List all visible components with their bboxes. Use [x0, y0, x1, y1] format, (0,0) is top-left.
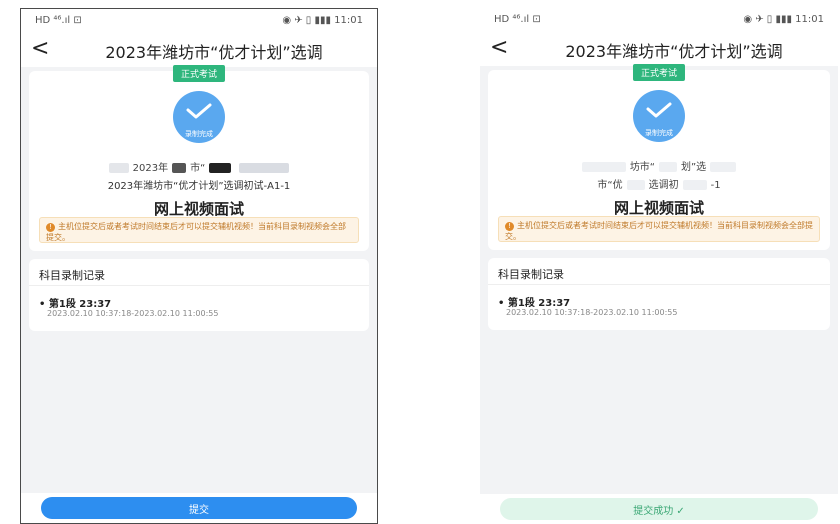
- phone-screen-after-submit: HD ⁴⁶.ıl ⊡ ◉ ✈ ▯ ▮▮▮ 11:01 < 2023年潍坊市“优才…: [480, 8, 838, 524]
- divider: [29, 285, 369, 286]
- notice-banner: ! 主机位提交后或者考试时间结束后才可以提交辅机视频！当前科目录制视频会全部提交。: [498, 216, 820, 242]
- exam-name-fragment: 市“: [190, 163, 206, 174]
- exam-name-fragment: 选调初: [648, 180, 679, 191]
- exam-name-fragment: 坊市“: [629, 162, 655, 173]
- page-title: 2023年潍坊市“优才计划”选调: [105, 43, 323, 62]
- recording-complete-icon: 录制完成: [633, 90, 685, 142]
- submit-button[interactable]: 提交: [41, 497, 357, 519]
- nav-bar: < 2023年潍坊市“优才计划”选调: [480, 32, 838, 66]
- exam-card: 正式考试 录制完成 坊市“ 划”选 市“优 选调初 -1 网上视频面试 ! 主机位提交后…: [488, 64, 830, 250]
- bottom-bar: 提交: [21, 493, 377, 523]
- exam-name-fragment: -1: [710, 180, 721, 191]
- warning-icon: !: [46, 223, 55, 232]
- redaction-block: [682, 180, 707, 190]
- exam-name-fragment: 划”选: [681, 162, 707, 173]
- divider: [488, 284, 830, 285]
- recording-complete-icon: 录制完成: [173, 91, 225, 143]
- recording-complete-label: 录制完成: [185, 130, 213, 138]
- notice-banner: ! 主机位提交后或者考试时间结束后才可以提交辅机视频！当前科目录制视频会全部提交。: [39, 217, 359, 243]
- redaction-block: [209, 163, 232, 173]
- redaction-block: [626, 180, 645, 190]
- back-button[interactable]: <: [490, 35, 508, 60]
- recording-complete-label: 录制完成: [645, 129, 673, 137]
- status-left: HD ⁴⁶.ıl ⊡: [35, 15, 82, 26]
- status-bar: HD ⁴⁶.ıl ⊡ ◉ ✈ ▯ ▮▮▮ 11:01: [480, 8, 838, 32]
- record-section-title: 科目录制记录: [498, 268, 564, 281]
- interview-title: 网上视频面试: [153, 200, 244, 218]
- notice-text: 主机位提交后或者考试时间结束后才可以提交辅机视频！当前科目录制视频会全部提交。: [505, 221, 813, 241]
- redaction-block: [710, 162, 737, 172]
- exam-name: 2023年潍坊市“优才计划”选调初试-A1-1: [107, 181, 291, 192]
- segment-label: • 第1段 23:37: [39, 299, 112, 310]
- check-icon: [186, 103, 212, 119]
- status-left: HD ⁴⁶.ıl ⊡: [494, 14, 541, 25]
- exam-name-fragment: 市“优: [597, 180, 623, 191]
- interview-title: 网上视频面试: [613, 199, 704, 217]
- record-card: 科目录制记录 • 第1段 23:37 2023.02.10 10:37:18-2…: [488, 258, 830, 330]
- exam-type-badge: 正式考试: [172, 65, 226, 82]
- exam-name-fragment: 2023年: [132, 163, 169, 174]
- submit-success-button[interactable]: 提交成功 ✓: [500, 498, 818, 520]
- status-right: ◉ ✈ ▯ ▮▮▮ 11:01: [743, 14, 824, 25]
- status-bar: HD ⁴⁶.ıl ⊡ ◉ ✈ ▯ ▮▮▮ 11:01: [21, 9, 377, 33]
- back-button[interactable]: <: [31, 36, 49, 61]
- check-icon: [646, 102, 672, 118]
- segment-time-range: 2023.02.10 10:37:18-2023.02.10 11:00:55: [47, 309, 219, 318]
- redaction-block: [239, 163, 290, 173]
- nav-bar: < 2023年潍坊市“优才计划”选调: [21, 33, 377, 67]
- redaction-block: [172, 163, 187, 173]
- redaction-block: [659, 162, 677, 172]
- phone-screen-before-submit: HD ⁴⁶.ıl ⊡ ◉ ✈ ▯ ▮▮▮ 11:01 < 2023年潍坊市“优才…: [20, 8, 378, 524]
- segment-time-range: 2023.02.10 10:37:18-2023.02.10 11:00:55: [506, 308, 678, 317]
- exam-name-blurred: 坊市“ 划”选: [498, 158, 820, 173]
- exam-type-badge: 正式考试: [632, 64, 686, 81]
- status-right: ◉ ✈ ▯ ▮▮▮ 11:01: [282, 15, 363, 26]
- page-title: 2023年潍坊市“优才计划”选调: [565, 42, 783, 61]
- bottom-bar: 提交成功 ✓: [480, 494, 838, 524]
- notice-text: 主机位提交后或者考试时间结束后才可以提交辅机视频！当前科目录制视频会全部提交。: [46, 222, 346, 242]
- exam-name-blurred: 市“优 选调初 -1: [498, 176, 820, 191]
- segment-label: • 第1段 23:37: [498, 298, 571, 309]
- exam-name-blurred: 2023年 市“: [39, 159, 359, 174]
- record-card: 科目录制记录 • 第1段 23:37 2023.02.10 10:37:18-2…: [29, 259, 369, 331]
- record-section-title: 科目录制记录: [39, 269, 105, 282]
- warning-icon: !: [505, 222, 514, 231]
- redaction-block: [581, 162, 626, 172]
- exam-card: 正式考试 录制完成 2023年 市“ 2023年潍坊市“优才计划”选调初试-A1-…: [29, 65, 369, 251]
- redaction-block: [108, 163, 129, 173]
